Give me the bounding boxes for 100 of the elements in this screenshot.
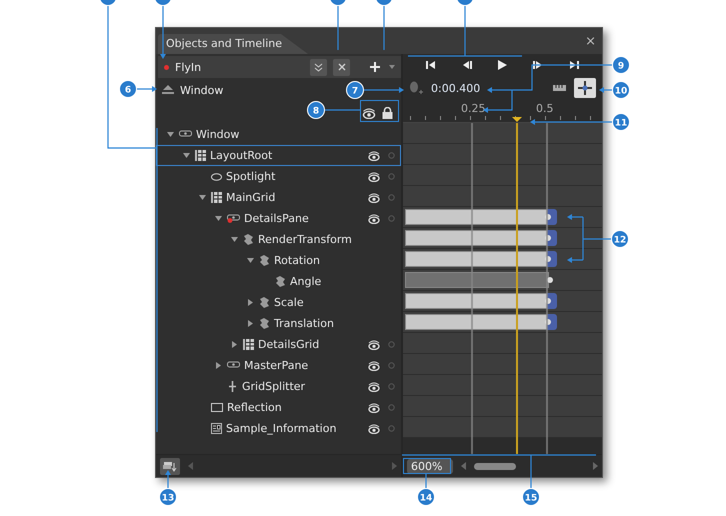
tree-row[interactable]: Rotation (156, 250, 401, 271)
layers-button[interactable] (160, 458, 180, 474)
grid-icon (243, 339, 254, 350)
grid-icon (211, 192, 222, 203)
storyboard-menu-button[interactable] (310, 58, 327, 76)
callout-badge: 9 (612, 56, 630, 74)
callout-badge (456, 0, 474, 6)
tree-row[interactable]: RenderTransform (156, 229, 401, 250)
expand-caret-icon[interactable] (166, 132, 174, 137)
eye-icon[interactable] (368, 214, 380, 224)
eye-icon[interactable] (368, 382, 380, 392)
layers-icon (163, 460, 177, 472)
callout-badge (375, 0, 393, 6)
transform-icon (259, 255, 270, 266)
expand-caret-icon[interactable] (198, 195, 206, 200)
lock-dot-icon[interactable] (388, 341, 395, 348)
ruler-icon[interactable] (553, 85, 566, 91)
tree-row[interactable]: Sample_Information (156, 418, 401, 439)
eye-icon[interactable] (368, 192, 380, 202)
tree-row[interactable]: GridSplitter (156, 376, 401, 397)
pane-icon (227, 361, 240, 370)
transform-icon (275, 276, 286, 287)
dropdown-caret-icon[interactable] (389, 65, 395, 69)
callout-frame (360, 100, 399, 122)
play-icon[interactable] (496, 60, 508, 70)
leader-line (364, 87, 404, 93)
zoom-field[interactable]: 600% (407, 458, 453, 474)
scope-name: Window (180, 84, 224, 96)
snapping-button[interactable] (574, 78, 596, 98)
close-button[interactable]: × (585, 34, 596, 48)
scroll-right-icon[interactable] (593, 462, 598, 470)
ruler-label: 0.5 (536, 102, 554, 115)
tree-row[interactable]: Window (156, 124, 401, 145)
tree-row[interactable]: MasterPane (156, 355, 401, 376)
rectangle-icon (211, 403, 223, 412)
lock-dot-icon[interactable] (388, 383, 395, 390)
lock-icon[interactable] (382, 107, 393, 119)
splitter-icon (227, 381, 238, 392)
eye-icon[interactable] (368, 360, 380, 370)
eye-icon[interactable] (368, 402, 380, 412)
tree-row[interactable]: LayoutRoot (156, 145, 401, 166)
keyframe[interactable] (547, 293, 557, 309)
panel-tab[interactable]: Objects and Timeline (158, 34, 308, 54)
element-name: MainGrid (226, 191, 276, 204)
keyframe[interactable] (547, 209, 557, 225)
previous-frame-icon[interactable] (460, 60, 473, 70)
lock-dot-icon[interactable] (388, 173, 395, 180)
keyframe[interactable] (547, 314, 557, 330)
ellipse-icon (211, 172, 222, 180)
eye-icon[interactable] (368, 424, 380, 434)
element-name: GridSplitter (242, 380, 306, 393)
lock-dot-icon[interactable] (388, 425, 395, 432)
element-name: DetailsGrid (258, 338, 320, 351)
lock-dot-icon[interactable] (388, 215, 395, 222)
callout-badge: 10 (612, 81, 630, 99)
tree-row[interactable]: DetailsPane (156, 208, 401, 229)
transform-icon (243, 234, 254, 245)
tree-row[interactable]: DetailsGrid (156, 334, 401, 355)
last-frame-icon[interactable] (568, 60, 580, 70)
keyframe[interactable] (547, 251, 557, 267)
eye-icon[interactable] (368, 340, 380, 350)
eye-icon[interactable] (368, 150, 380, 160)
transform-icon (259, 297, 270, 308)
lock-dot-icon[interactable] (388, 152, 395, 159)
eye-icon[interactable] (368, 172, 380, 182)
callout-badge: 8 (307, 101, 325, 119)
expand-caret-icon[interactable] (214, 216, 222, 221)
tree-row[interactable]: MainGrid (156, 187, 401, 208)
collapse-caret-icon[interactable] (248, 299, 252, 306)
collapse-caret-icon[interactable] (232, 341, 236, 348)
expand-caret-icon[interactable] (230, 237, 238, 242)
tree-row[interactable]: Reflection (156, 397, 401, 418)
storyboard-name[interactable]: FlyIn (175, 60, 202, 74)
eye-icon[interactable] (362, 108, 376, 118)
first-frame-icon[interactable] (424, 60, 437, 70)
keyframe[interactable] (547, 230, 557, 246)
lock-dot-icon[interactable] (388, 404, 395, 411)
element-name: Translation (274, 317, 334, 330)
lock-dot-icon[interactable] (388, 362, 395, 369)
collapse-caret-icon[interactable] (216, 362, 220, 369)
expand-caret-icon[interactable] (246, 258, 254, 263)
pane-icon (227, 214, 240, 223)
tree-row[interactable]: Scale (156, 292, 401, 313)
transform-icon (259, 318, 270, 329)
record-keyframe-icon[interactable] (409, 81, 423, 95)
element-name: RenderTransform (258, 233, 352, 246)
tree-row[interactable]: Translation (156, 313, 401, 334)
collapse-caret-icon[interactable] (248, 320, 252, 327)
tree-row[interactable]: Spotlight (156, 166, 401, 187)
element-name: Sample_Information (226, 422, 336, 435)
scroll-thumb[interactable] (474, 462, 516, 470)
scope-up-icon[interactable] (162, 85, 174, 95)
close-storyboard-button[interactable] (333, 58, 350, 76)
current-time[interactable]: 0:00.400 (431, 82, 480, 94)
leader-line (165, 470, 171, 488)
lock-dot-icon[interactable] (388, 194, 395, 201)
tree-row[interactable]: Angle (156, 271, 401, 292)
scroll-left-icon[interactable] (461, 462, 466, 470)
expand-caret-icon[interactable] (182, 153, 190, 158)
crosshair-icon (577, 80, 593, 96)
